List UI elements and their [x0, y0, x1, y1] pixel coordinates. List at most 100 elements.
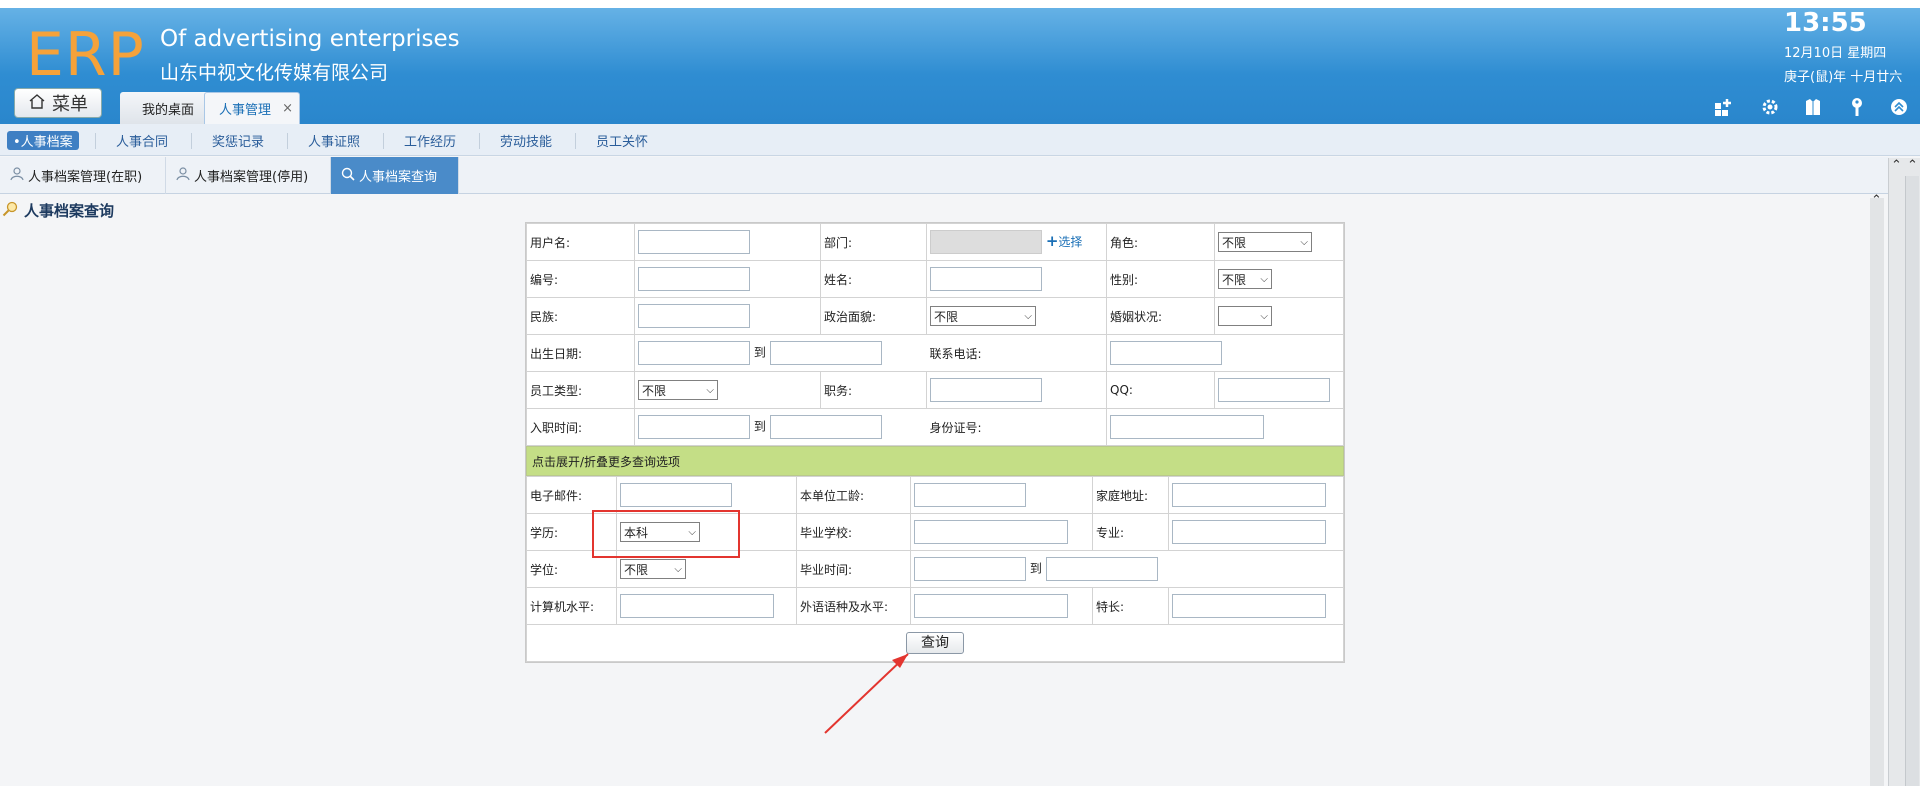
label-grad-time: 毕业时间: — [796, 550, 911, 588]
module-subnav: •人事档案 人事合同 奖惩记录 人事证照 工作经历 劳动技能 员工关怀 — [0, 124, 1920, 156]
email-input[interactable] — [620, 483, 732, 507]
chevron-down-icon: ⌵ — [1300, 236, 1308, 248]
search-icon — [341, 167, 355, 185]
menu-label: 菜单 — [52, 94, 88, 115]
clock-date: 12月10日 星期四 — [1784, 46, 1887, 61]
degree-select[interactable]: 不限 ⌵ — [620, 559, 686, 579]
shirt-icon[interactable] — [1802, 96, 1824, 118]
subnav-item-skills[interactable]: 劳动技能 — [500, 131, 552, 150]
home-icon — [28, 93, 46, 114]
subnav-item-hr-archive[interactable]: •人事档案 — [7, 131, 79, 150]
divider — [479, 133, 480, 149]
button-row: 查询 — [526, 624, 1344, 662]
app-subtitle-en: Of advertising enterprises — [160, 26, 460, 52]
outer-scrollbar[interactable]: ⌃ ⌃ — [1888, 158, 1920, 786]
label-skill: 特长: — [1092, 587, 1169, 625]
subnav-item-work-history[interactable]: 工作经历 — [404, 131, 456, 150]
label-role: 角色: — [1106, 223, 1215, 261]
role-select[interactable]: 不限 ⌵ — [1218, 232, 1312, 252]
close-icon[interactable]: × — [282, 101, 293, 116]
birth-to-input[interactable] — [769, 341, 882, 365]
tab-label: 人事档案查询 — [359, 170, 438, 185]
subnav-item-licenses[interactable]: 人事证照 — [308, 131, 360, 150]
tab-hr-management[interactable]: 人事管理 × — [204, 92, 300, 124]
subnav-item-employee-care[interactable]: 员工关怀 — [596, 131, 648, 150]
hire-to-input[interactable] — [769, 415, 882, 439]
scroll-track[interactable] — [1905, 176, 1919, 786]
label-number: 编号: — [526, 260, 635, 298]
label-computer: 计算机水平: — [526, 587, 617, 625]
label-hire: 入职时间: — [526, 408, 635, 446]
scroll-up-icon[interactable]: ⌃ — [1871, 193, 1882, 208]
label-seniority: 本单位工龄: — [796, 476, 911, 514]
grad-from-input[interactable] — [914, 557, 1026, 581]
number-input[interactable] — [638, 267, 750, 291]
label-address: 家庭地址: — [1092, 476, 1169, 514]
range-to-label: 到 — [753, 419, 766, 434]
form-table-extended: 电子邮件: 本单位工龄: 家庭地址: 学历: 本科 ⌵ 毕业学校: 专业: 学位:… — [526, 476, 1344, 662]
label-dept: 部门: — [820, 223, 927, 261]
company-name: 山东中视文化传媒有限公司 — [160, 62, 389, 84]
label-position: 职务: — [820, 371, 927, 409]
chevron-down-icon: ⌵ — [1260, 273, 1268, 285]
divider — [95, 133, 96, 149]
settings-icon[interactable] — [1759, 96, 1781, 118]
label-birth: 出生日期: — [526, 334, 635, 372]
label-username: 用户名: — [526, 223, 635, 261]
tab-archive-query[interactable]: 人事档案查询 — [331, 157, 459, 194]
seniority-input[interactable] — [914, 483, 1026, 507]
clock-time: 13:55 — [1784, 8, 1867, 38]
school-input[interactable] — [914, 520, 1068, 544]
birth-from-input[interactable] — [638, 341, 750, 365]
political-select[interactable]: 不限 ⌵ — [930, 306, 1036, 326]
label-major: 专业: — [1092, 513, 1169, 551]
subnav-item-rewards[interactable]: 奖惩记录 — [212, 131, 264, 150]
expand-collapse-toggle[interactable]: 点击展开/折叠更多查询选项 — [526, 446, 1344, 476]
ethnicity-input[interactable] — [638, 304, 750, 328]
phone-input[interactable] — [1110, 341, 1222, 365]
label-email: 电子邮件: — [526, 476, 617, 514]
chevron-down-icon: ⌵ — [1024, 310, 1032, 322]
address-input[interactable] — [1172, 483, 1326, 507]
user-icon — [176, 166, 190, 185]
name-input[interactable] — [930, 267, 1042, 291]
highlight-box — [592, 510, 740, 558]
lunar-date: 庚子(鼠)年 十月廿六 — [1784, 70, 1903, 85]
inner-scrollbar[interactable]: ⌃ — [1870, 193, 1884, 786]
marital-select[interactable]: ⌵ — [1218, 306, 1272, 326]
qq-input[interactable] — [1218, 378, 1330, 402]
select-dept-link[interactable]: +选择 — [1046, 232, 1083, 250]
username-input[interactable] — [638, 230, 750, 254]
tab-archive-active[interactable]: 人事档案管理(在职) — [0, 157, 166, 194]
form-table-basic: 用户名: 部门: +选择 角色: 不限 ⌵ 编号: 姓名: 性别: 不限 ⌵ 民族:… — [526, 223, 1344, 446]
add-widget-icon[interactable] — [1713, 96, 1735, 118]
dept-input[interactable] — [930, 230, 1042, 254]
chevron-down-icon: ⌵ — [1260, 310, 1268, 322]
divider — [191, 133, 192, 149]
scroll-up-icon[interactable]: ⌃ — [1891, 158, 1902, 173]
hire-from-input[interactable] — [638, 415, 750, 439]
label-emp-type: 员工类型: — [526, 371, 635, 409]
subnav-item-hr-contract[interactable]: 人事合同 — [116, 131, 168, 150]
tab-my-desktop[interactable]: 我的桌面 — [120, 92, 216, 124]
gender-select[interactable]: 不限 ⌵ — [1218, 269, 1272, 289]
major-input[interactable] — [1172, 520, 1326, 544]
scroll-up-icon[interactable]: ⌃ — [1907, 158, 1918, 173]
idcard-input[interactable] — [1110, 415, 1264, 439]
computer-level-input[interactable] — [620, 594, 774, 618]
divider — [287, 133, 288, 149]
grad-to-input[interactable] — [1045, 557, 1158, 581]
key-icon[interactable] — [1846, 96, 1868, 118]
emp-type-select[interactable]: 不限 ⌵ — [638, 380, 718, 400]
range-to-label: 到 — [1029, 561, 1042, 576]
label-idcard: 身份证号: — [926, 408, 1107, 446]
label-gender: 性别: — [1106, 260, 1215, 298]
tab-archive-disabled[interactable]: 人事档案管理(停用) — [166, 157, 331, 194]
position-input[interactable] — [930, 378, 1042, 402]
language-input[interactable] — [914, 594, 1068, 618]
skill-input[interactable] — [1172, 594, 1326, 618]
menu-button[interactable]: 菜单 — [14, 88, 102, 118]
erp-logo: ERP — [26, 20, 145, 90]
collapse-icon[interactable] — [1888, 96, 1910, 118]
label-phone: 联系电话: — [926, 334, 1107, 372]
